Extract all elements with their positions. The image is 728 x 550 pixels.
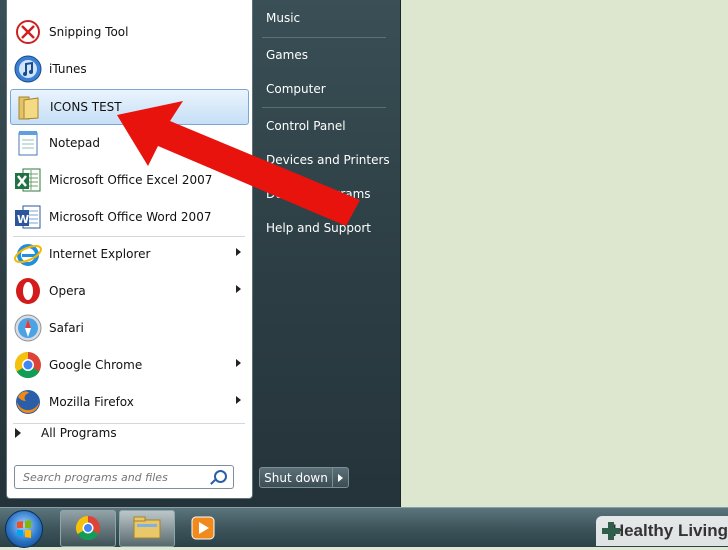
separator (13, 423, 245, 424)
right-item-default-programs[interactable]: Default Programs (258, 181, 396, 207)
right-item-computer[interactable]: Computer (258, 76, 396, 102)
submenu-arrow-icon[interactable] (236, 285, 241, 293)
program-icons-test[interactable]: ICONS TEST (10, 89, 249, 125)
program-label: Opera (49, 284, 86, 298)
program-label: ICONS TEST (50, 100, 122, 114)
right-item-games[interactable]: Games (258, 42, 396, 68)
internet-explorer-icon (13, 239, 43, 269)
watermark-text: Healthy Living (611, 521, 728, 540)
program-label: Microsoft Office Excel 2007 (49, 173, 213, 187)
all-programs-label: All Programs (41, 426, 117, 440)
word-icon: W (13, 202, 43, 232)
triangle-right-icon (15, 428, 21, 438)
submenu-arrow-icon[interactable] (236, 396, 241, 404)
search-icon[interactable] (214, 470, 227, 483)
taskbar-explorer[interactable] (119, 510, 175, 547)
program-word[interactable]: W Microsoft Office Word 2007 (10, 200, 249, 234)
submenu-arrow-icon[interactable] (236, 248, 241, 256)
chrome-icon (13, 350, 43, 380)
watermark: Healthy Living (596, 516, 728, 546)
plus-logo-icon (602, 522, 620, 540)
shutdown-options-arrow-icon[interactable] (333, 467, 349, 488)
taskbar-chrome[interactable] (60, 510, 116, 547)
svg-text:W: W (17, 213, 29, 226)
right-item-devices-and-printers[interactable]: Devices and Printers (258, 147, 396, 173)
right-item-control-panel[interactable]: Control Panel (258, 113, 396, 139)
program-excel[interactable]: Microsoft Office Excel 2007 (10, 163, 249, 197)
notepad-icon (13, 128, 43, 158)
shutdown-button[interactable]: Shut down (259, 467, 333, 488)
separator (262, 37, 386, 38)
taskbar-media-player[interactable] (190, 515, 216, 541)
program-google-chrome[interactable]: Google Chrome (10, 348, 249, 382)
search-box[interactable] (14, 465, 234, 489)
all-programs-button[interactable]: All Programs (15, 426, 117, 440)
windows-logo-icon (17, 520, 31, 538)
program-label: Internet Explorer (49, 247, 151, 261)
start-button[interactable] (5, 510, 43, 548)
submenu-arrow-icon[interactable] (236, 359, 241, 367)
separator (262, 107, 386, 108)
program-label: iTunes (49, 62, 87, 76)
itunes-icon (13, 54, 43, 84)
opera-icon (13, 276, 43, 306)
program-internet-explorer[interactable]: Internet Explorer (10, 237, 249, 271)
excel-icon (13, 165, 43, 195)
program-notepad[interactable]: Notepad (10, 126, 249, 160)
folder-icon (133, 516, 161, 539)
safari-icon (13, 313, 43, 343)
program-safari[interactable]: Safari (10, 311, 249, 345)
program-label: Microsoft Office Word 2007 (49, 210, 212, 224)
program-label: Snipping Tool (49, 25, 129, 39)
right-item-help-and-support[interactable]: Help and Support (258, 215, 396, 241)
program-label: Safari (49, 321, 84, 335)
right-item-music[interactable]: Music (258, 5, 396, 31)
start-menu: Snipping Tool iTunes ICONS TEST Notepad (0, 0, 401, 507)
folder-icon (14, 92, 44, 122)
program-label: Mozilla Firefox (49, 395, 134, 409)
program-opera[interactable]: Opera (10, 274, 249, 308)
search-input[interactable] (21, 469, 205, 485)
program-snipping-tool[interactable]: Snipping Tool (10, 15, 249, 49)
media-player-icon (191, 516, 215, 540)
snipping-tool-icon (13, 17, 43, 47)
firefox-icon (13, 387, 43, 417)
shutdown-group: Shut down (259, 467, 349, 488)
programs-pane: Snipping Tool iTunes ICONS TEST Notepad (6, 0, 253, 499)
chrome-icon (75, 516, 100, 541)
program-mozilla-firefox[interactable]: Mozilla Firefox (10, 385, 249, 419)
program-label: Notepad (49, 136, 100, 150)
program-label: Google Chrome (49, 358, 143, 372)
program-itunes[interactable]: iTunes (10, 52, 249, 86)
